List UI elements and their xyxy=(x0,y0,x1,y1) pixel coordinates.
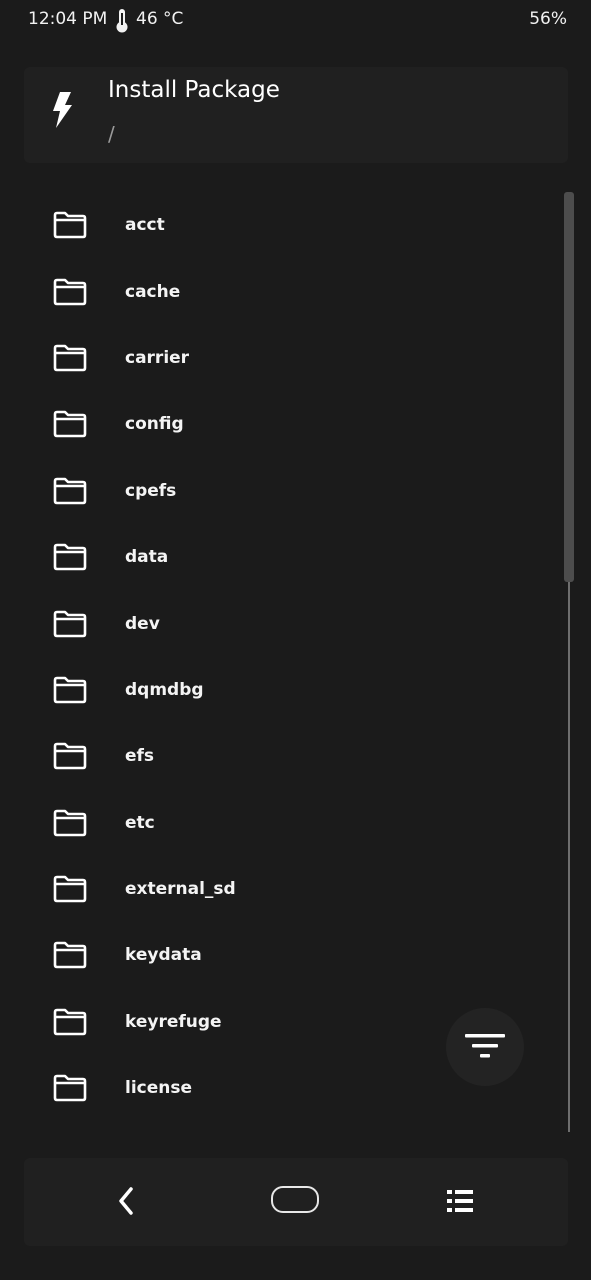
file-name: dqmdbg xyxy=(125,679,204,700)
file-list-item[interactable]: dqmdbg xyxy=(0,657,560,723)
recents-icon[interactable] xyxy=(446,1188,474,1214)
file-name: external_sd xyxy=(125,879,236,900)
folder-icon xyxy=(53,676,87,704)
file-list-item[interactable]: cpefs xyxy=(0,458,560,524)
folder-icon xyxy=(53,543,87,571)
file-name: keyrefuge xyxy=(125,1011,222,1032)
file-list-item[interactable]: carrier xyxy=(0,325,560,391)
status-time: 12:04 PM xyxy=(28,9,108,29)
folder-icon xyxy=(53,1008,87,1036)
status-temperature: 46 °C xyxy=(136,9,184,29)
file-name: dev xyxy=(125,613,160,634)
folder-icon xyxy=(53,742,87,770)
filter-icon xyxy=(465,1034,505,1058)
file-name: efs xyxy=(125,746,155,767)
file-name: config xyxy=(125,414,184,435)
thermometer-icon xyxy=(116,9,128,33)
page-title: Install Package xyxy=(108,77,280,103)
folder-icon xyxy=(53,610,87,638)
folder-icon xyxy=(53,477,87,505)
folder-icon xyxy=(53,278,87,306)
home-icon[interactable] xyxy=(271,1186,319,1213)
navigation-bar xyxy=(24,1158,568,1246)
file-list-item[interactable]: acct xyxy=(0,192,560,258)
scrollbar-thumb[interactable] xyxy=(564,192,574,582)
file-name: data xyxy=(125,547,169,568)
file-list[interactable]: acct cache carrier config cpefs data dev dqmdbg… xyxy=(0,192,560,1122)
file-list-item[interactable]: data xyxy=(0,524,560,590)
filter-button[interactable] xyxy=(446,1008,524,1086)
flash-icon xyxy=(53,92,72,128)
folder-icon xyxy=(53,344,87,372)
file-list-item[interactable]: keydata xyxy=(0,922,560,988)
folder-icon xyxy=(53,941,87,969)
status-battery: 56% xyxy=(529,9,567,29)
folder-icon xyxy=(53,211,87,239)
folder-icon xyxy=(53,875,87,903)
status-bar: 12:04 PM 46 °C 56% xyxy=(0,0,591,40)
folder-icon xyxy=(53,1074,87,1102)
file-list-item[interactable]: config xyxy=(0,391,560,457)
file-name: etc xyxy=(125,812,155,833)
file-list-item[interactable]: efs xyxy=(0,723,560,789)
file-name: cpefs xyxy=(125,480,177,501)
file-name: license xyxy=(125,1078,193,1099)
current-path: / xyxy=(108,122,115,146)
folder-icon xyxy=(53,809,87,837)
file-list-item[interactable]: external_sd xyxy=(0,856,560,922)
file-name: carrier xyxy=(125,347,190,368)
file-list-item[interactable]: cache xyxy=(0,258,560,324)
folder-icon xyxy=(53,410,87,438)
screen: 12:04 PM 46 °C 56% Install Package / acc… xyxy=(0,0,591,1280)
file-name: keydata xyxy=(125,945,202,966)
back-icon[interactable] xyxy=(116,1186,136,1216)
file-name: acct xyxy=(125,215,165,236)
header-card: Install Package / xyxy=(24,67,568,163)
file-list-item[interactable]: dev xyxy=(0,590,560,656)
file-name: cache xyxy=(125,281,181,302)
file-list-item[interactable]: etc xyxy=(0,790,560,856)
